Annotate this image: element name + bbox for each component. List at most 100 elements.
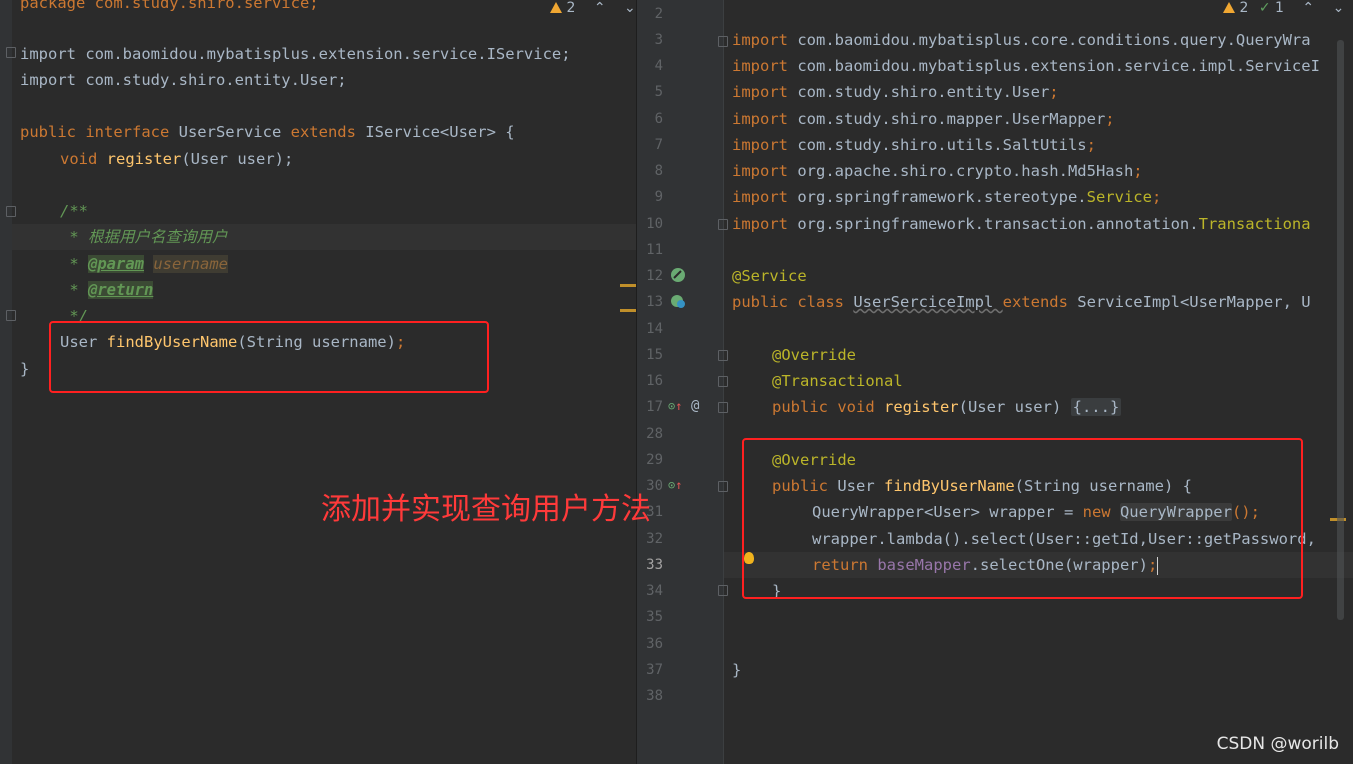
chevron-up-icon[interactable]: ⌃ (594, 0, 606, 16)
closing-brace: } (20, 360, 30, 378)
line-number: 11 (646, 242, 663, 258)
chevron-down-icon[interactable]: ⌄ (1333, 0, 1345, 16)
spring-bean-icon[interactable] (670, 267, 686, 283)
line-number: 17 (646, 399, 663, 415)
annotation-type: Transactiona (1198, 215, 1311, 233)
closing-brace: } (732, 661, 742, 679)
line-number: 16 (646, 373, 663, 389)
service-annotation: @Service (732, 267, 807, 285)
chevron-up-icon[interactable]: ⌃ (1302, 0, 1314, 16)
type-reference: ServiceImpl<UserMapper, U (1077, 293, 1311, 311)
import-path: com.study.shiro.mapper.UserMapper (797, 110, 1106, 128)
keyword: public class (732, 293, 854, 311)
vertical-scrollbar[interactable] (1337, 40, 1344, 620)
import-statement: import com.baomidou.mybatisplus.extensio… (20, 45, 571, 63)
line-number: 12 (646, 268, 663, 284)
right-inspection-indicators[interactable]: 2 ✓ 1 ⌃ ⌄ (1223, 0, 1344, 18)
import-path: org.springframework.stereotype. (797, 188, 1087, 206)
fold-marker-icon[interactable] (6, 206, 16, 217)
fold-marker-icon[interactable] (718, 402, 728, 413)
keyword: public interface (20, 123, 179, 141)
line-number: 14 (646, 321, 663, 337)
line-number: 8 (654, 163, 663, 179)
line-number: 2 (654, 6, 663, 22)
semicolon: ; (1151, 188, 1162, 206)
import-path: com.study.shiro.utils.SaltUtils (797, 136, 1087, 154)
implements-method-icon[interactable]: ⊙↑ (668, 398, 682, 414)
keyword: import (732, 162, 798, 180)
right-warning-count: 2 (1239, 0, 1249, 16)
class-name: UserSerciceImpl (853, 293, 1003, 311)
fold-marker-icon[interactable] (718, 219, 728, 230)
fold-marker-icon[interactable] (718, 350, 728, 361)
import-path: org.springframework.transaction.annotati… (797, 215, 1199, 233)
semicolon: ; (1105, 110, 1115, 128)
import-path: com.baomidou.mybatisplus.extension.servi… (797, 57, 1320, 75)
javadoc-tag: @return (88, 281, 154, 299)
implements-method-icon[interactable]: ⊙↑ (668, 477, 682, 493)
line-number: 38 (646, 688, 663, 704)
keyword: import (732, 57, 798, 75)
line-number: 5 (654, 84, 663, 100)
doc-comment: /** (60, 202, 88, 220)
highlight-box-interface-method (49, 321, 489, 393)
method-params: (User user); (181, 150, 294, 168)
line-number: 33 (646, 557, 663, 573)
fold-marker-icon[interactable] (718, 36, 728, 47)
keyword: public void (772, 398, 884, 416)
spring-bean-implementation-icon[interactable] (670, 293, 686, 309)
at-annotation-icon[interactable]: @ (691, 397, 699, 415)
keyword: import (732, 83, 798, 101)
line-number: 29 (646, 452, 663, 468)
folded-code-placeholder[interactable]: {...} (1070, 398, 1122, 416)
line-number: 28 (646, 426, 663, 442)
doc-comment: * 根据用户名查询用户 (60, 228, 228, 246)
line-number: 4 (654, 58, 663, 74)
error-stripe-marker[interactable] (620, 284, 636, 287)
line-number: 10 (646, 216, 663, 232)
import-path: org.apache.shiro.crypto.hash.Md5Hash (797, 162, 1134, 180)
left-inspection-indicators[interactable]: 2 ⌃ ⌄ (550, 0, 636, 18)
semicolon: ; (1086, 136, 1096, 154)
line-number: 9 (654, 189, 663, 205)
line-number: 15 (646, 347, 663, 363)
line-number: 13 (646, 294, 663, 310)
line-number: 36 (646, 636, 663, 652)
import-path: com.baomidou.mybatisplus.core.conditions… (797, 31, 1311, 49)
fold-marker-icon[interactable] (718, 585, 728, 596)
override-annotation: @Override (772, 346, 856, 364)
method-params: (User user) (958, 398, 1071, 416)
warning-icon (550, 2, 562, 13)
method-name: register (883, 398, 959, 416)
keyword: import (732, 215, 798, 233)
keyword: import (732, 188, 798, 206)
left-gutter (0, 0, 12, 764)
keyword: void (60, 150, 107, 168)
error-stripe-marker[interactable] (620, 309, 636, 312)
check-icon: ✓ (1258, 0, 1271, 16)
keyword: import (732, 31, 798, 49)
left-editor-pane[interactable]: 2 ⌃ ⌄ package com.study.shiro.service; i… (0, 0, 637, 764)
annotation-type: Service (1086, 188, 1152, 206)
javadoc-tag: @param (88, 255, 144, 273)
right-check-count: 1 (1275, 0, 1284, 16)
line-number: 3 (654, 32, 663, 48)
fold-marker-icon[interactable] (6, 47, 16, 58)
import-statement: import com.study.shiro.entity.User; (20, 71, 347, 89)
line-number: 35 (646, 609, 663, 625)
fold-marker-icon[interactable] (718, 376, 728, 387)
chevron-down-icon[interactable]: ⌄ (624, 0, 636, 16)
fold-marker-icon[interactable] (6, 310, 16, 321)
keyword: extends (1002, 293, 1078, 311)
package-statement: package com.study.shiro.service; (20, 0, 319, 12)
right-editor-pane[interactable]: 2 ✓ 1 ⌃ ⌄ 2 3 4 5 6 7 8 9 10 11 12 13 14 15 16 17 28 29 30… (637, 0, 1353, 764)
doc-comment: * (60, 281, 88, 299)
fold-marker-icon[interactable] (718, 481, 728, 492)
semicolon: ; (1049, 83, 1059, 101)
import-path: com.study.shiro.entity.User (797, 83, 1050, 101)
warning-icon (1223, 2, 1235, 13)
interface-name: UserService (178, 123, 291, 141)
annotation-label: 添加并实现查询用户方法 (321, 492, 651, 527)
type-reference: IService<User> { (365, 123, 515, 141)
line-number: 6 (654, 111, 663, 127)
